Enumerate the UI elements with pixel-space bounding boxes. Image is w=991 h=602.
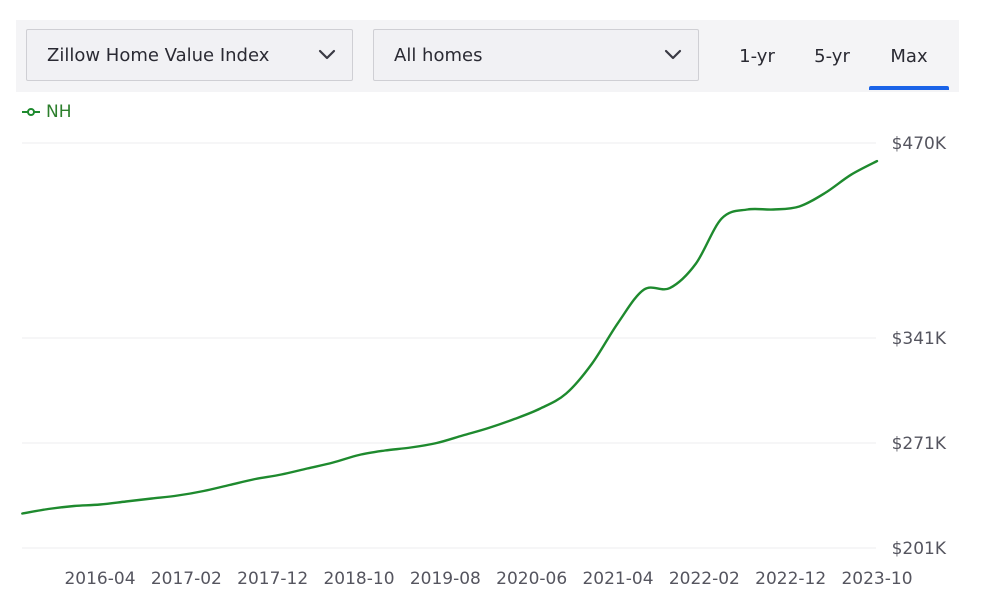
x-tick-label: 2018-10 (323, 569, 394, 589)
x-tick-label: 2023-10 (841, 569, 912, 589)
line-chart: $201K $271K $341K $470K 2016-04 2017-02 2017-… (21, 134, 947, 589)
x-tick-label: 2017-12 (237, 569, 308, 589)
x-tick-label: 2022-02 (669, 569, 740, 589)
series-line-nh[interactable] (21, 159, 879, 515)
x-tick-label: 2019-08 (410, 569, 481, 589)
x-tick-label: 2022-12 (755, 569, 826, 589)
y-tick-label: $271K (892, 434, 947, 454)
x-tick-label: 2020-06 (496, 569, 567, 589)
y-tick-label: $201K (892, 539, 947, 559)
grid (22, 142, 876, 549)
x-tick-label: 2021-04 (582, 569, 653, 589)
x-axis: 2016-04 2017-02 2017-12 2018-10 2019-08 2020-… (64, 569, 912, 589)
x-tick-label: 2016-04 (64, 569, 135, 589)
series-layer (21, 159, 879, 515)
y-tick-label: $470K (892, 134, 947, 154)
y-axis: $201K $271K $341K $470K (892, 134, 947, 559)
x-tick-label: 2017-02 (151, 569, 222, 589)
y-tick-label: $341K (892, 329, 947, 349)
